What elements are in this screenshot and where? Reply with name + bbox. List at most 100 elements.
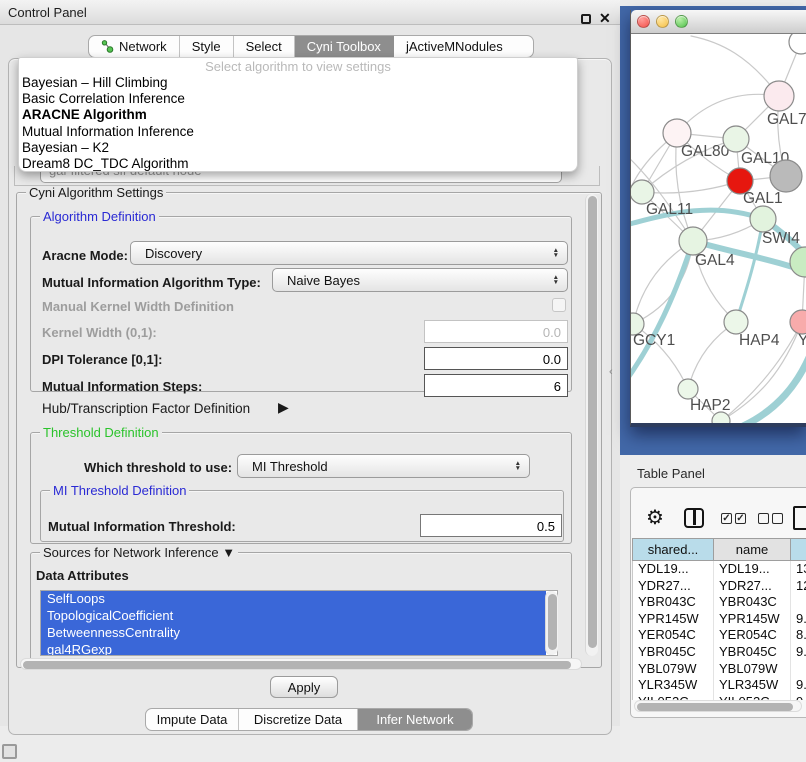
- attribute-list-item[interactable]: BetweennessCentrality: [41, 625, 546, 642]
- tab-jactivemnodules[interactable]: jActiveMNodules: [394, 36, 515, 57]
- table-cell[interactable]: YPR145W: [633, 611, 714, 628]
- table-cell[interactable]: 9.: [791, 677, 806, 694]
- tab-infer-network[interactable]: Infer Network: [358, 709, 472, 730]
- aracne-mode-combobox[interactable]: Discovery ▲▼: [130, 241, 568, 265]
- table-cell[interactable]: YBR045C: [633, 644, 714, 661]
- table-cell[interactable]: YDR27...: [714, 578, 791, 595]
- table-cell[interactable]: YDL19...: [714, 561, 791, 578]
- network-edge[interactable]: [677, 94, 779, 133]
- tab-select[interactable]: Select: [234, 36, 295, 57]
- manual-kernel-checkbox[interactable]: [552, 298, 566, 312]
- tab-network[interactable]: Network: [89, 36, 180, 57]
- zoom-traffic-light-icon[interactable]: [675, 15, 688, 28]
- mi-type-combobox[interactable]: Naive Bayes ▲▼: [272, 268, 568, 292]
- mi-steps-field[interactable]: 6: [424, 374, 568, 397]
- network-node-HAP2[interactable]: [678, 379, 698, 399]
- unchecked-checkbox-icon[interactable]: [772, 513, 783, 524]
- settings-vertical-scrollbar[interactable]: [585, 194, 598, 656]
- data-attributes-list[interactable]: SelfLoopsTopologicalCoefficientBetweenne…: [40, 590, 558, 656]
- table-cell[interactable]: 8.: [791, 627, 806, 644]
- table-row[interactable]: YLR345WYLR345W9.: [633, 677, 806, 694]
- table-cell[interactable]: YBL079W: [714, 661, 791, 678]
- dropdown-item[interactable]: Mutual Information Inference: [19, 124, 577, 140]
- which-threshold-combobox[interactable]: MI Threshold ▲▼: [237, 454, 530, 478]
- table-cell[interactable]: YBR043C: [633, 594, 714, 611]
- table-cell[interactable]: YBR043C: [714, 594, 791, 611]
- network-edge[interactable]: [642, 181, 740, 193]
- network-node-GAL10[interactable]: [723, 126, 749, 152]
- table-row[interactable]: YBR043CYBR043C: [633, 594, 806, 611]
- attribute-list-scrollbar[interactable]: [545, 591, 558, 655]
- checked-checkbox-icon[interactable]: ✓: [721, 513, 732, 524]
- kernel-width-field[interactable]: 0.0: [424, 320, 568, 343]
- table-cell[interactable]: YER054C: [633, 627, 714, 644]
- checked-checkbox-icon[interactable]: ✓: [735, 513, 746, 524]
- table-row[interactable]: YDR27...YDR27...12: [633, 578, 806, 595]
- close-icon[interactable]: ✕: [599, 10, 611, 27]
- corner-widget[interactable]: [2, 744, 17, 759]
- attribute-list-item[interactable]: SelfLoops: [41, 591, 546, 608]
- table-cell[interactable]: YPR145W: [714, 611, 791, 628]
- table-cell[interactable]: YBL079W: [633, 661, 714, 678]
- settings-horizontal-scrollbar[interactable]: [20, 658, 582, 670]
- table-horizontal-scrollbar[interactable]: [634, 700, 802, 712]
- network-node-GAL4[interactable]: [679, 227, 707, 255]
- tab-discretize-data[interactable]: Discretize Data: [239, 709, 358, 730]
- network-edge[interactable]: [633, 241, 693, 324]
- close-traffic-light-icon[interactable]: [637, 15, 650, 28]
- table-cell[interactable]: YDL19...: [633, 561, 714, 578]
- gear-icon[interactable]: ⚙: [646, 505, 664, 530]
- panel-splitter-handle[interactable]: ‹: [609, 366, 613, 378]
- control-panel-titlebar[interactable]: Control Panel: [0, 0, 620, 25]
- table-row[interactable]: YER054CYER054C8.: [633, 627, 806, 644]
- sources-legend[interactable]: Sources for Network Inference ▼: [40, 545, 238, 560]
- dpi-tolerance-field[interactable]: 0.0: [424, 347, 568, 370]
- network-node-node-top[interactable]: [789, 34, 806, 54]
- apply-button[interactable]: Apply: [270, 676, 338, 698]
- dropdown-item[interactable]: Dream8 DC_TDC Algorithm: [19, 156, 577, 172]
- dropdown-item[interactable]: ARACNE Algorithm: [19, 107, 577, 123]
- unchecked-checkbox-icon[interactable]: [758, 513, 769, 524]
- table-row[interactable]: YBR045CYBR045C9.: [633, 644, 806, 661]
- table-cell[interactable]: YER054C: [714, 627, 791, 644]
- columns-icon[interactable]: [684, 508, 704, 528]
- table-cell[interactable]: YDR27...: [633, 578, 714, 595]
- dropdown-item[interactable]: Basic Correlation Inference: [19, 91, 577, 107]
- table-cell[interactable]: 9.: [791, 611, 806, 628]
- table-row[interactable]: YDL19...YDL19...13: [633, 561, 806, 578]
- table-cell[interactable]: [791, 661, 806, 678]
- network-node-gray-node[interactable]: [770, 160, 802, 192]
- network-node-green-big[interactable]: [790, 247, 806, 277]
- column-header-shared-name[interactable]: shared...: [633, 539, 714, 560]
- network-edge[interactable]: [633, 241, 693, 324]
- dropdown-item[interactable]: Bayesian – K2: [19, 140, 577, 156]
- network-node-SWI4[interactable]: [750, 206, 776, 232]
- minimize-traffic-light-icon[interactable]: [656, 15, 669, 28]
- table-cell[interactable]: 13: [791, 561, 806, 578]
- dropdown-item[interactable]: Bayesian – Hill Climbing: [19, 75, 577, 91]
- network-edge-thick[interactable]: [631, 241, 693, 382]
- tab-impute-data[interactable]: Impute Data: [146, 709, 239, 730]
- attribute-list-item[interactable]: TopologicalCoefficient: [41, 608, 546, 625]
- network-canvas[interactable]: GAL7GAL80GAL10GAL1GAL11SWI4GAL4GCY1HAP4Y…: [631, 34, 806, 423]
- hub-definition-label[interactable]: Hub/Transcription Factor Definition: [42, 401, 250, 416]
- document-icon[interactable]: [793, 506, 806, 530]
- attribute-list-item[interactable]: gal4RGexp: [41, 642, 546, 656]
- mi-threshold-field[interactable]: 0.5: [420, 514, 562, 537]
- table-row[interactable]: YPR145WYPR145W9.: [633, 611, 806, 628]
- network-node-GAL7[interactable]: [764, 81, 794, 111]
- network-edge-thick[interactable]: [736, 219, 763, 322]
- network-node-HAP4[interactable]: [724, 310, 748, 334]
- table-row[interactable]: YBL079WYBL079W: [633, 661, 806, 678]
- network-node-pink-node[interactable]: [790, 310, 806, 334]
- table-cell[interactable]: 9.: [791, 644, 806, 661]
- column-header-name[interactable]: name: [714, 539, 791, 560]
- network-window-titlebar[interactable]: [631, 10, 806, 34]
- table-cell[interactable]: YLR345W: [633, 677, 714, 694]
- table-cell[interactable]: [791, 594, 806, 611]
- table-cell[interactable]: YLR345W: [714, 677, 791, 694]
- table-cell[interactable]: YBR045C: [714, 644, 791, 661]
- column-header-partial[interactable]: A: [791, 539, 806, 560]
- network-edge-thick[interactable]: [743, 348, 806, 423]
- float-window-icon[interactable]: [581, 14, 591, 24]
